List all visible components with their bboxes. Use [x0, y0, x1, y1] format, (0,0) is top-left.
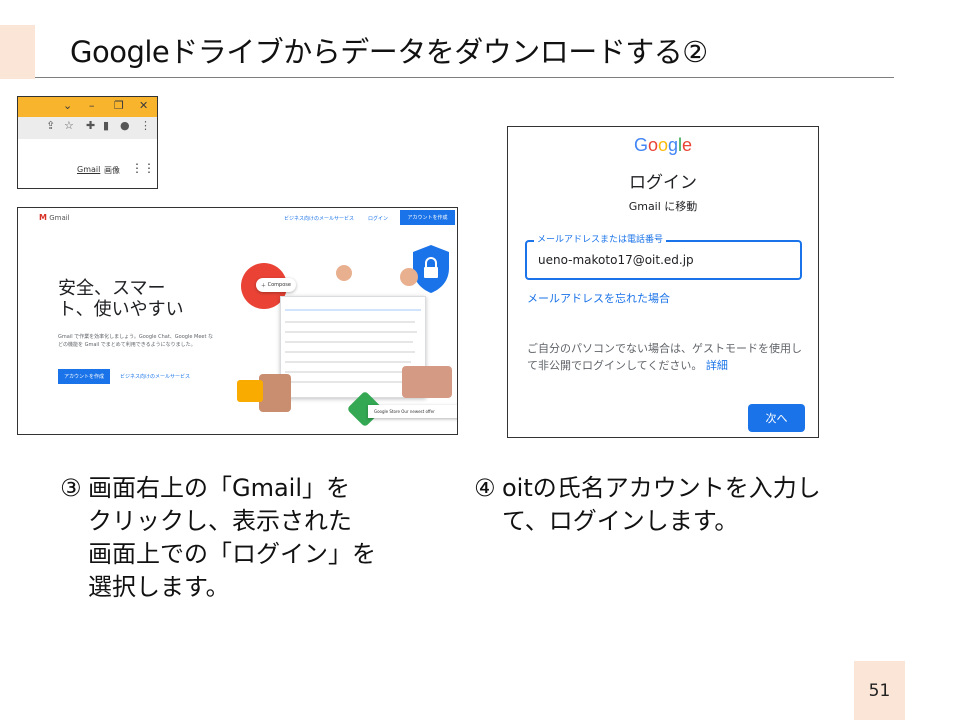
- folder-icon: [237, 380, 263, 402]
- login-title: ログイン: [629, 173, 697, 193]
- avatar: [400, 268, 418, 286]
- photo-thumbnail: [259, 374, 291, 412]
- mock-row: [285, 361, 411, 363]
- compose-pill: ＋ Compose: [256, 278, 296, 292]
- forgot-email-link[interactable]: メールアドレスを忘れた場合: [527, 290, 670, 306]
- photo-thumbnail: [402, 366, 452, 398]
- create-account-nav-button[interactable]: アカウントを作成: [400, 210, 455, 225]
- chevron-down-icon[interactable]: ⌄: [63, 99, 72, 112]
- title-accent-block: [0, 25, 35, 79]
- caption-line: ④ oitの氏名アカウントを入力し: [474, 472, 821, 505]
- gmail-landing-screenshot: M Gmail ビジネス向けのメールサービス ログイン アカウントを作成 安全、…: [17, 207, 458, 435]
- mock-row: [285, 351, 415, 353]
- shield-lock-icon: [413, 245, 449, 293]
- mock-row: [285, 381, 413, 383]
- extensions-icon[interactable]: ✚: [86, 119, 95, 132]
- window-titlebar: [18, 97, 157, 117]
- guest-mode-note: ご自分のパソコンでない場合は、ゲストモードを使用して非公開でログインしてください…: [527, 342, 802, 372]
- mock-row: [285, 341, 413, 343]
- restore-button[interactable]: ❐: [114, 99, 124, 112]
- caption-step3: ③ 画面右上の「Gmail」を クリックし、表示された 画面上での「ログイン」を …: [60, 472, 376, 604]
- avatar: [336, 265, 352, 281]
- title-divider: [35, 77, 894, 78]
- mock-row: [285, 309, 421, 311]
- page-number: 51: [854, 661, 905, 720]
- details-link[interactable]: 詳細: [706, 359, 728, 372]
- mock-row: [285, 321, 415, 323]
- next-button[interactable]: 次へ: [748, 404, 805, 432]
- star-icon[interactable]: ☆: [64, 119, 74, 132]
- caption-line: 選択します。: [88, 573, 230, 601]
- caption-line: て、ログインします。: [502, 507, 739, 535]
- browser-toolbar-screenshot: ⌄ – ❐ ✕ ⇪ ☆ ✚ ▮ ● ⋮ Gmail 画像 ⋮⋮⋮: [17, 96, 158, 189]
- menu-dots-icon[interactable]: ⋮: [140, 119, 151, 132]
- apps-grid-icon[interactable]: ⋮⋮⋮: [131, 161, 157, 175]
- gmail-logo: M Gmail: [39, 213, 70, 222]
- gmail-description: Gmail で作業を効率化しましょう。Google Chat、Google Me…: [58, 334, 214, 348]
- sidepanel-icon[interactable]: ▮: [103, 119, 109, 132]
- gmail-headline: 安全、スマー ト、使いやすい: [58, 278, 184, 320]
- google-logo: Google: [633, 135, 693, 155]
- notification-card: Google Store Our newest offer: [368, 405, 457, 418]
- gmail-link[interactable]: Gmail: [77, 165, 100, 174]
- step-marker: ④: [474, 474, 496, 502]
- email-input[interactable]: [528, 242, 798, 278]
- login-subtitle: Gmail に移動: [628, 200, 698, 213]
- login-nav-link[interactable]: ログイン: [368, 215, 388, 222]
- business-link[interactable]: ビジネス向けのメールサービス: [120, 373, 190, 380]
- profile-icon[interactable]: ●: [120, 119, 130, 132]
- google-login-screenshot: Google ログイン Gmail に移動 メールアドレスまたは電話番号 メール…: [507, 126, 819, 438]
- slide-title: Googleドライブからデータをダウンロードする②: [70, 35, 708, 69]
- mock-row: [285, 331, 417, 333]
- share-icon[interactable]: ⇪: [46, 119, 55, 132]
- mock-row: [285, 371, 415, 373]
- caption-line: ③ 画面右上の「Gmail」を: [60, 472, 376, 505]
- create-account-button[interactable]: アカウントを作成: [58, 369, 110, 384]
- close-button[interactable]: ✕: [139, 99, 148, 112]
- business-nav-link[interactable]: ビジネス向けのメールサービス: [284, 215, 354, 222]
- step-marker: ③: [60, 474, 82, 502]
- caption-line: 画面上での「ログイン」を: [88, 540, 376, 568]
- images-link[interactable]: 画像: [104, 165, 120, 176]
- caption-step4: ④ oitの氏名アカウントを入力し て、ログインします。: [474, 472, 821, 538]
- minimize-button[interactable]: –: [89, 99, 95, 112]
- caption-line: クリックし、表示された: [88, 507, 352, 535]
